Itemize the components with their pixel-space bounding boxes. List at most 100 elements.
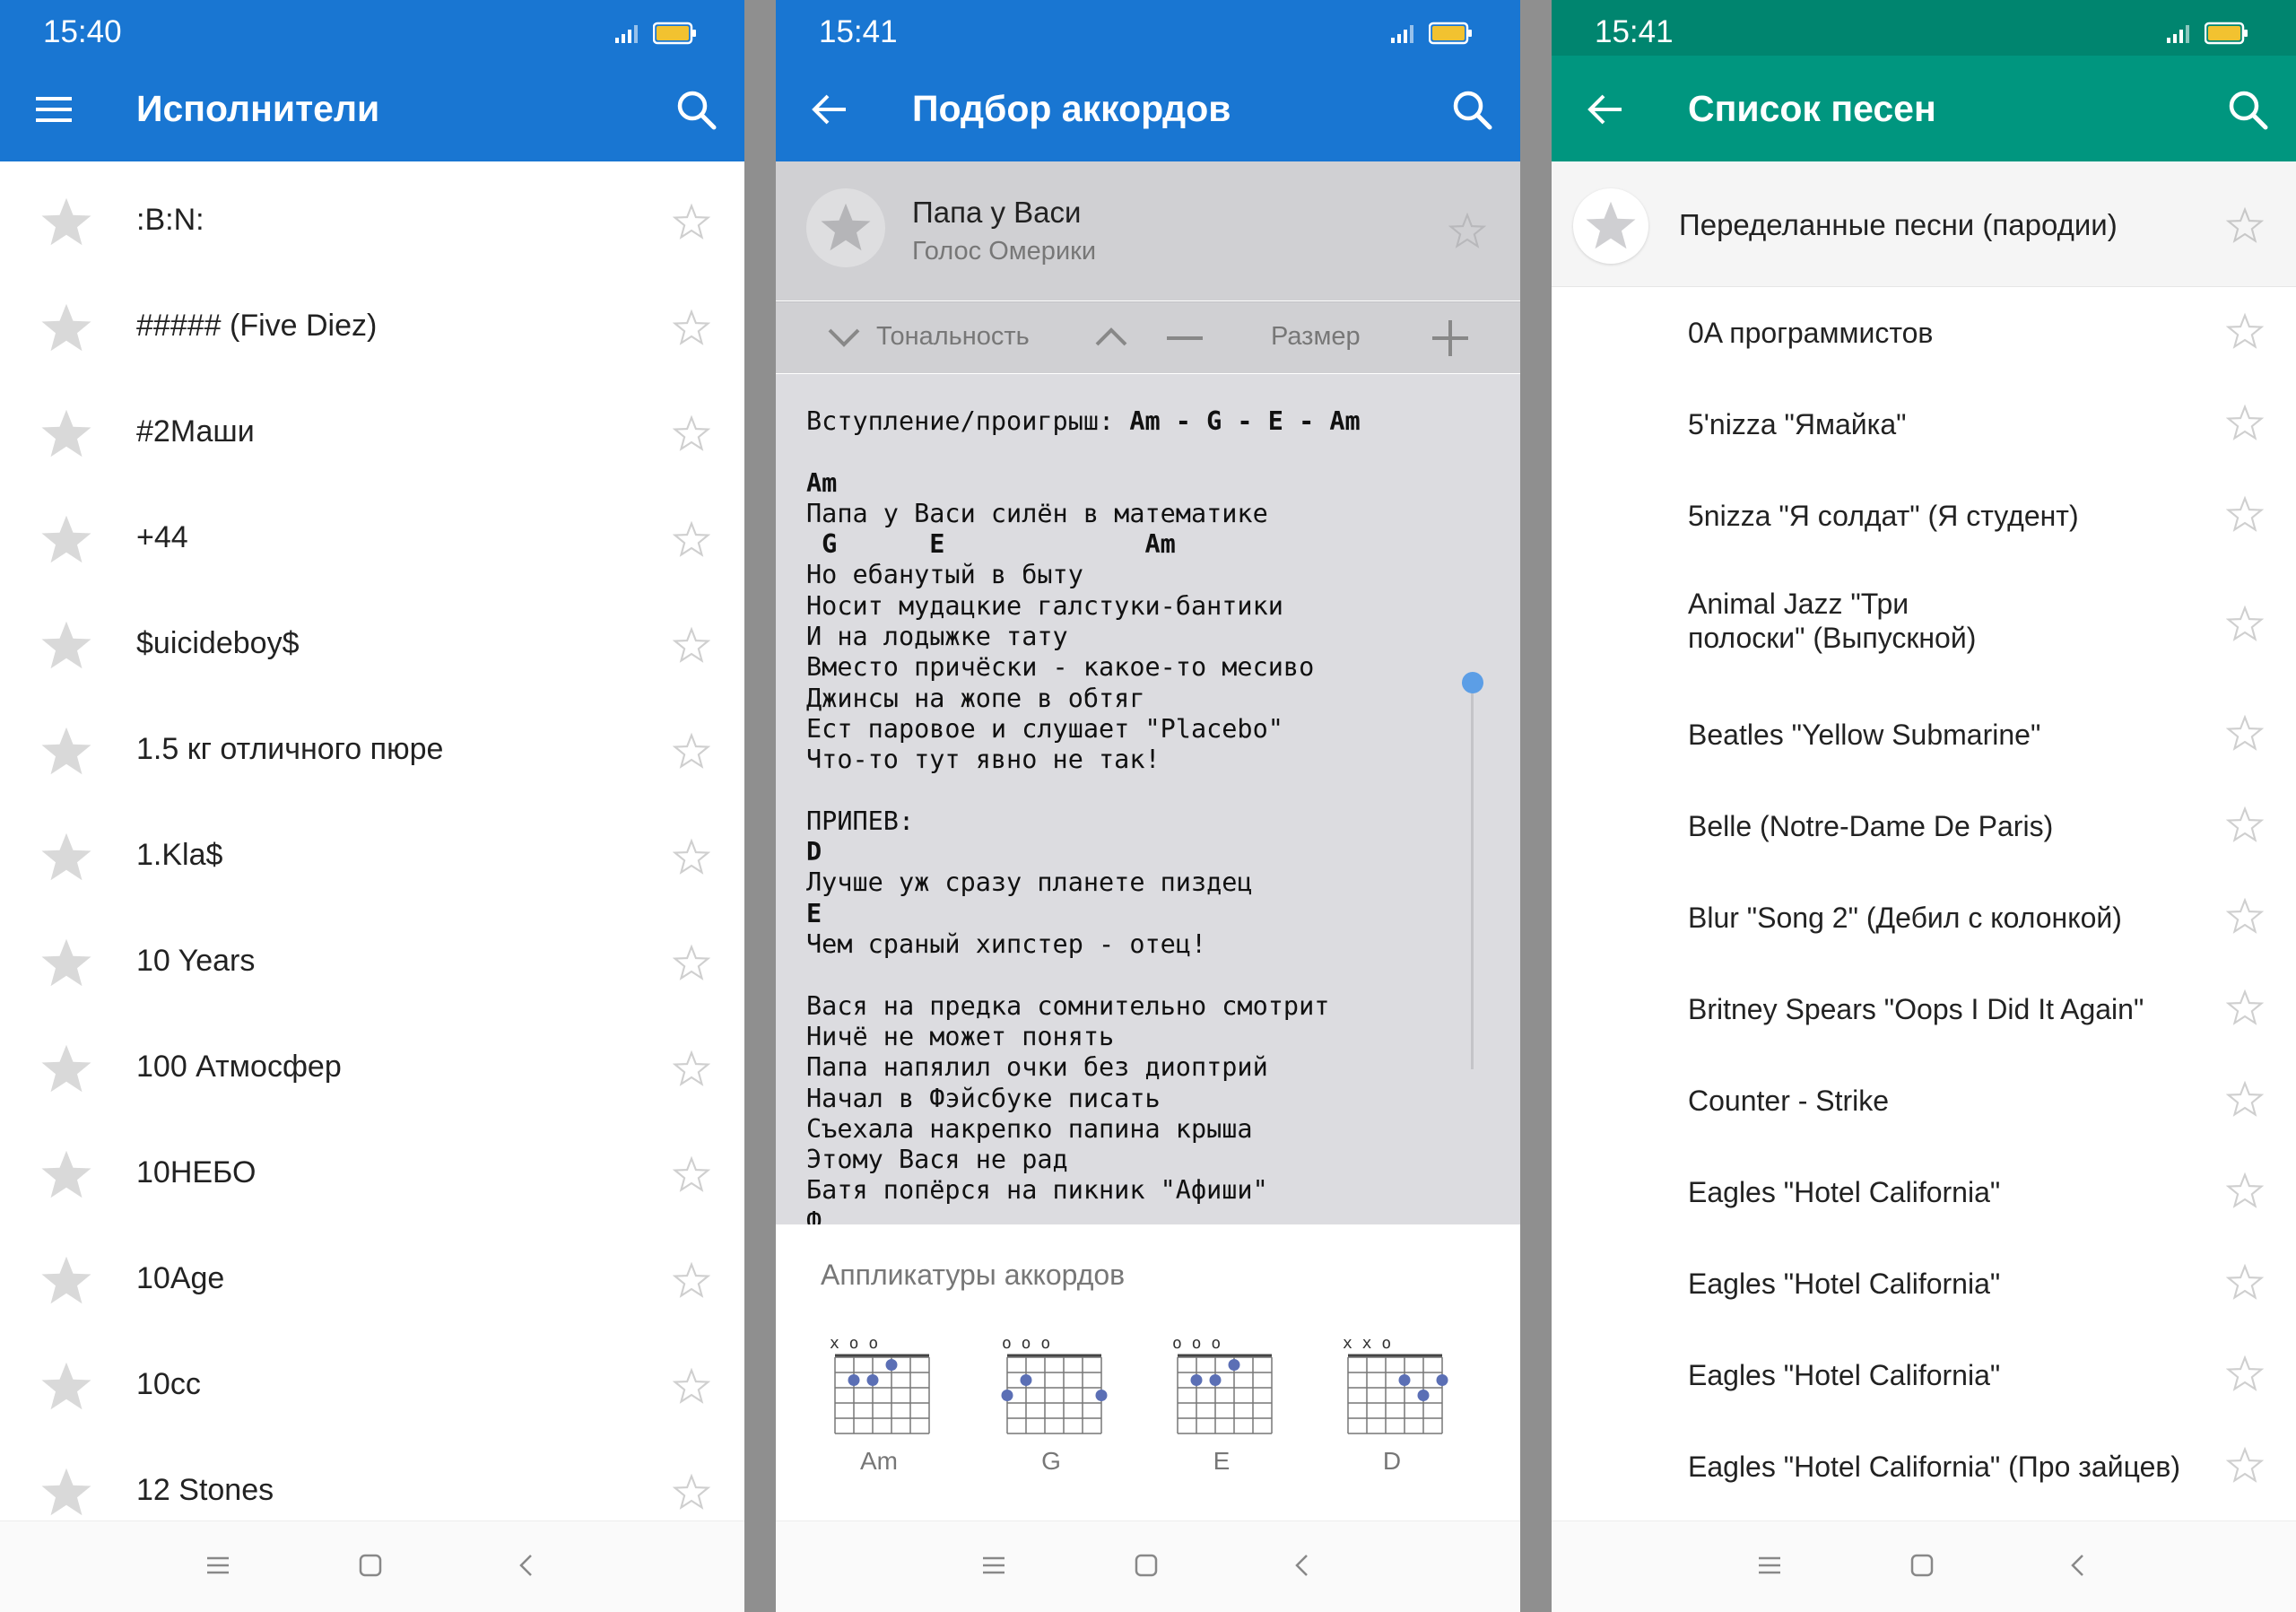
song-row[interactable]: Eagles "Hotel California" (Про зайцев) — [1552, 1421, 2296, 1512]
song-row[interactable]: 5nizza "Я солдат" (Я студент) — [1552, 470, 2296, 562]
song-row[interactable]: Belle (Notre-Dame De Paris) — [1552, 780, 2296, 872]
song-row[interactable]: Blur "Song 2" (Дебил с колонкой) — [1552, 872, 2296, 963]
favorite-star-icon[interactable] — [673, 944, 710, 981]
artist-row[interactable]: 1.Kla$ — [0, 800, 744, 906]
favorite-star-icon[interactable] — [2226, 312, 2264, 350]
nav-menu-icon[interactable] — [204, 1552, 231, 1579]
artist-row[interactable]: :B:N: — [0, 165, 744, 271]
favorite-star-icon[interactable] — [673, 203, 710, 240]
artist-star-icon — [41, 621, 91, 669]
song-row[interactable]: 5'nizza "Ямайка" — [1552, 379, 2296, 470]
artist-row[interactable]: 10 Years — [0, 906, 744, 1012]
lyrics-view[interactable]: Вступление/проигрыш: Am - G - E - Am Am … — [776, 374, 1520, 1224]
tonality-down-icon[interactable] — [826, 326, 862, 349]
favorite-star-icon[interactable] — [673, 414, 710, 452]
song-row[interactable]: Eagles "Hotel California" — [1552, 1329, 2296, 1421]
scrollbar-track[interactable] — [1471, 684, 1474, 1069]
favorite-star-icon[interactable] — [2226, 714, 2264, 752]
song-avatar — [806, 188, 885, 267]
song-name: Belle (Notre-Dame De Paris) — [1688, 810, 2054, 842]
song-row[interactable]: Animal Jazz "Три полоски" (Выпускной) — [1552, 562, 2296, 687]
favorite-star-icon[interactable] — [673, 309, 710, 346]
search-icon[interactable] — [1450, 88, 1493, 131]
artist-row[interactable]: 10cc — [0, 1329, 744, 1435]
scrollbar-thumb[interactable] — [1462, 672, 1483, 693]
artist-row[interactable]: 10Age — [0, 1224, 744, 1329]
nav-home-icon[interactable] — [357, 1552, 384, 1579]
tonality-up-icon[interactable] — [1093, 326, 1129, 349]
favorite-star-icon[interactable] — [673, 1155, 710, 1193]
size-decrease-icon[interactable] — [1167, 335, 1203, 342]
favorite-star-icon[interactable] — [2226, 806, 2264, 843]
favorite-star-icon[interactable] — [673, 732, 710, 770]
song-row[interactable]: 0A программистов — [1552, 287, 2296, 379]
page-title: Исполнители — [136, 88, 380, 129]
nav-menu-icon[interactable] — [980, 1552, 1007, 1579]
favorite-star-icon[interactable] — [673, 1050, 710, 1087]
search-icon[interactable] — [2226, 88, 2269, 131]
favorite-star-icon[interactable] — [1448, 212, 1486, 249]
artist-row[interactable]: 1.5 кг отличного пюре — [0, 694, 744, 800]
chord-diagram[interactable]: x x o D — [1334, 1332, 1450, 1485]
favorite-star-icon[interactable] — [2226, 1263, 2264, 1301]
signal-icon — [1391, 25, 1413, 43]
song-row[interactable]: Counter - Strike — [1552, 1055, 2296, 1146]
string-markers: x x o — [1343, 1334, 1391, 1353]
nav-home-icon[interactable] — [1133, 1552, 1160, 1579]
menu-icon[interactable] — [34, 91, 74, 127]
back-arrow-icon[interactable] — [810, 91, 849, 127]
song-row[interactable]: Britney Spears "Oops I Did It Again" — [1552, 963, 2296, 1055]
artist-list[interactable]: :B:N: ##### (Five Diez) #2Маши +44 $uicidebo… — [0, 161, 744, 1521]
artist-name: 1.Kla$ — [136, 838, 223, 872]
favorite-star-icon[interactable] — [2226, 206, 2264, 244]
favorite-star-icon[interactable] — [673, 1367, 710, 1405]
favorite-star-icon[interactable] — [2226, 1172, 2264, 1209]
artist-row[interactable]: 100 Атмосфер — [0, 1012, 744, 1118]
nav-back-icon[interactable] — [2065, 1552, 2092, 1579]
favorite-star-icon[interactable] — [673, 1473, 710, 1511]
chord-diagram[interactable]: x o o Am — [821, 1332, 937, 1485]
chord-diagrams-section: Аппликатуры аккордов x o o Am o o o Go o o… — [776, 1224, 1520, 1521]
favorite-star-icon[interactable] — [2226, 1446, 2264, 1484]
song-row[interactable]: Beatles "Yellow Submarine" — [1552, 689, 2296, 780]
song-row[interactable]: Eagles "Hotel California" — [1552, 1146, 2296, 1238]
favorite-star-icon[interactable] — [2226, 1355, 2264, 1392]
app-bar: Список песен — [1552, 56, 2296, 161]
favorite-star-icon[interactable] — [2226, 1080, 2264, 1118]
artist-row[interactable]: +44 — [0, 483, 744, 588]
artist-row[interactable]: ##### (Five Diez) — [0, 271, 744, 377]
favorite-star-icon[interactable] — [2226, 404, 2264, 441]
star-icon — [821, 203, 871, 251]
artist-row[interactable]: 12 Stones — [0, 1435, 744, 1521]
chord-diagram[interactable]: o o o G — [993, 1332, 1109, 1485]
favorite-star-icon[interactable] — [2226, 605, 2264, 642]
chord-diagram[interactable]: o o o E — [1163, 1332, 1280, 1485]
favorite-star-icon[interactable] — [2226, 495, 2264, 533]
favorite-star-icon[interactable] — [673, 626, 710, 664]
favorite-star-icon[interactable] — [2226, 897, 2264, 935]
nav-back-icon[interactable] — [513, 1552, 540, 1579]
favorite-star-icon[interactable] — [673, 1261, 710, 1299]
song-row[interactable]: Eagles "Hotel California" — [1552, 1238, 2296, 1329]
artist-row[interactable]: $uicideboy$ — [0, 588, 744, 694]
favorite-star-icon[interactable] — [673, 520, 710, 558]
search-icon[interactable] — [674, 88, 718, 131]
app-bar: Подбор аккордов — [776, 56, 1520, 161]
favorite-star-icon[interactable] — [2226, 989, 2264, 1026]
favorite-star-icon[interactable] — [673, 838, 710, 876]
size-increase-icon[interactable] — [1432, 320, 1468, 356]
song-list[interactable]: 0A программистов 5'nizza "Ямайка" 5nizza "… — [1552, 287, 2296, 1521]
tonality-label: Тональность — [876, 322, 1030, 351]
song-row[interactable]: Eagles "Hotel California" (...) — [1552, 1512, 2296, 1521]
back-arrow-icon[interactable] — [1586, 91, 1625, 127]
nav-home-icon[interactable] — [1909, 1552, 1935, 1579]
finger-dot — [1228, 1359, 1240, 1371]
nav-back-icon[interactable] — [1289, 1552, 1316, 1579]
category-header[interactable]: Переделанные песни (пародии) — [1552, 161, 2296, 287]
finger-dot — [1190, 1374, 1203, 1386]
artist-row[interactable]: 10НЕБО — [0, 1118, 744, 1224]
system-nav-bar — [1552, 1521, 2296, 1612]
nav-menu-icon[interactable] — [1756, 1552, 1783, 1579]
artist-row[interactable]: #2Маши — [0, 377, 744, 483]
song-name: Eagles "Hotel California" — [1688, 1176, 2001, 1208]
